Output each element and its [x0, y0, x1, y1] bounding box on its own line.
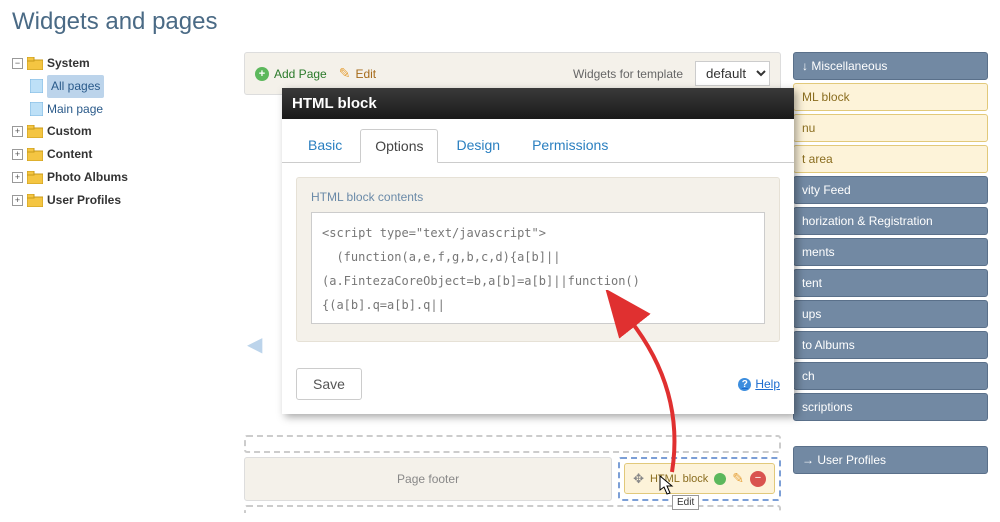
widget-palette: ↓ Miscellaneous ML block nu t area vity … — [793, 52, 988, 477]
folder-icon — [27, 125, 43, 138]
edit-label: Edit — [355, 67, 376, 81]
folder-icon — [27, 57, 43, 70]
palette-item[interactable]: nu — [793, 114, 988, 142]
dialog-title: HTML block — [282, 88, 794, 119]
widget-canvas: Page footer ✥ HTML block ✎ − — [244, 435, 781, 513]
pencil-icon: ✎ — [339, 65, 351, 82]
tree-toggle-icon[interactable]: + — [12, 172, 23, 183]
palette-item[interactable]: vity Feed — [793, 176, 988, 204]
nav-tree: − System All pages Main page + — [12, 52, 232, 212]
palette-item[interactable]: ments — [793, 238, 988, 266]
template-select[interactable]: default — [695, 61, 770, 86]
tree-node-content[interactable]: + Content — [12, 143, 232, 166]
template-label: Widgets for template — [573, 67, 683, 81]
move-icon[interactable]: ✥ — [633, 471, 644, 487]
status-dot-icon[interactable] — [714, 473, 726, 485]
dialog-html-block: HTML block Basic Options Design Permissi… — [282, 88, 794, 414]
html-contents-textarea[interactable]: <script type="text/javascript"> (functio… — [311, 212, 765, 324]
palette-item[interactable]: ups — [793, 300, 988, 328]
drop-zone[interactable] — [244, 435, 781, 453]
tab-basic[interactable]: Basic — [294, 129, 356, 162]
page-footer-region[interactable]: Page footer — [244, 457, 612, 501]
help-icon: ? — [738, 378, 751, 391]
tree-label: All pages — [47, 75, 104, 98]
chip-label: HTML block — [650, 473, 708, 485]
tree-toggle-icon[interactable]: − — [12, 58, 23, 69]
delete-icon[interactable]: − — [750, 471, 766, 487]
palette-item[interactable]: ch — [793, 362, 988, 390]
tree-node-custom[interactable]: + Custom — [12, 120, 232, 143]
tree-toggle-icon[interactable]: + — [12, 149, 23, 160]
palette-item[interactable]: scriptions — [793, 393, 988, 421]
add-page-label: Add Page — [274, 67, 327, 81]
tree-node-system[interactable]: − System — [12, 52, 232, 75]
tree-toggle-icon[interactable]: + — [12, 126, 23, 137]
file-icon — [30, 79, 43, 93]
dialog-tabs: Basic Options Design Permissions — [282, 119, 794, 163]
palette-item[interactable]: horization & Registration — [793, 207, 988, 235]
help-link[interactable]: ? Help — [738, 377, 780, 391]
folder-icon — [27, 194, 43, 207]
widget-chip-html-block[interactable]: ✥ HTML block ✎ − — [618, 457, 781, 501]
palette-item[interactable]: t area — [793, 145, 988, 173]
page-title: Widgets and pages — [0, 0, 1000, 52]
tab-options[interactable]: Options — [360, 129, 438, 163]
tree-label: Content — [47, 143, 92, 166]
tree-toggle-icon[interactable]: + — [12, 195, 23, 206]
collapse-caret-icon[interactable]: ◀ — [247, 332, 262, 357]
field-label: HTML block contents — [311, 190, 765, 204]
plus-icon: + — [255, 67, 269, 81]
pencil-icon[interactable]: ✎ — [732, 470, 744, 487]
tree-node-photo-albums[interactable]: + Photo Albums — [12, 166, 232, 189]
tree-node-main-page[interactable]: Main page — [30, 98, 232, 121]
tree-label: Custom — [47, 120, 92, 143]
palette-item[interactable]: ↓ Miscellaneous — [793, 52, 988, 80]
help-label: Help — [755, 377, 780, 391]
folder-icon — [27, 148, 43, 161]
tree-label: User Profiles — [47, 189, 121, 212]
tab-permissions[interactable]: Permissions — [518, 129, 622, 162]
tree-node-all-pages[interactable]: All pages — [30, 75, 232, 98]
tooltip: Edit — [672, 495, 699, 510]
folder-icon — [27, 171, 43, 184]
palette-item[interactable]: tent — [793, 269, 988, 297]
drop-zone[interactable] — [244, 505, 781, 513]
tree-label: System — [47, 52, 90, 75]
palette-item[interactable]: ML block — [793, 83, 988, 111]
tree-label: Main page — [47, 98, 103, 121]
edit-button[interactable]: ✎ Edit — [339, 65, 376, 82]
file-icon — [30, 102, 43, 116]
tree-label: Photo Albums — [47, 166, 128, 189]
tab-design[interactable]: Design — [442, 129, 514, 162]
save-button[interactable]: Save — [296, 368, 362, 400]
tree-node-user-profiles[interactable]: + User Profiles — [12, 189, 232, 212]
palette-item[interactable]: to Albums — [793, 331, 988, 359]
add-page-button[interactable]: + Add Page — [255, 67, 327, 81]
palette-item[interactable]: → User Profiles — [793, 446, 988, 474]
